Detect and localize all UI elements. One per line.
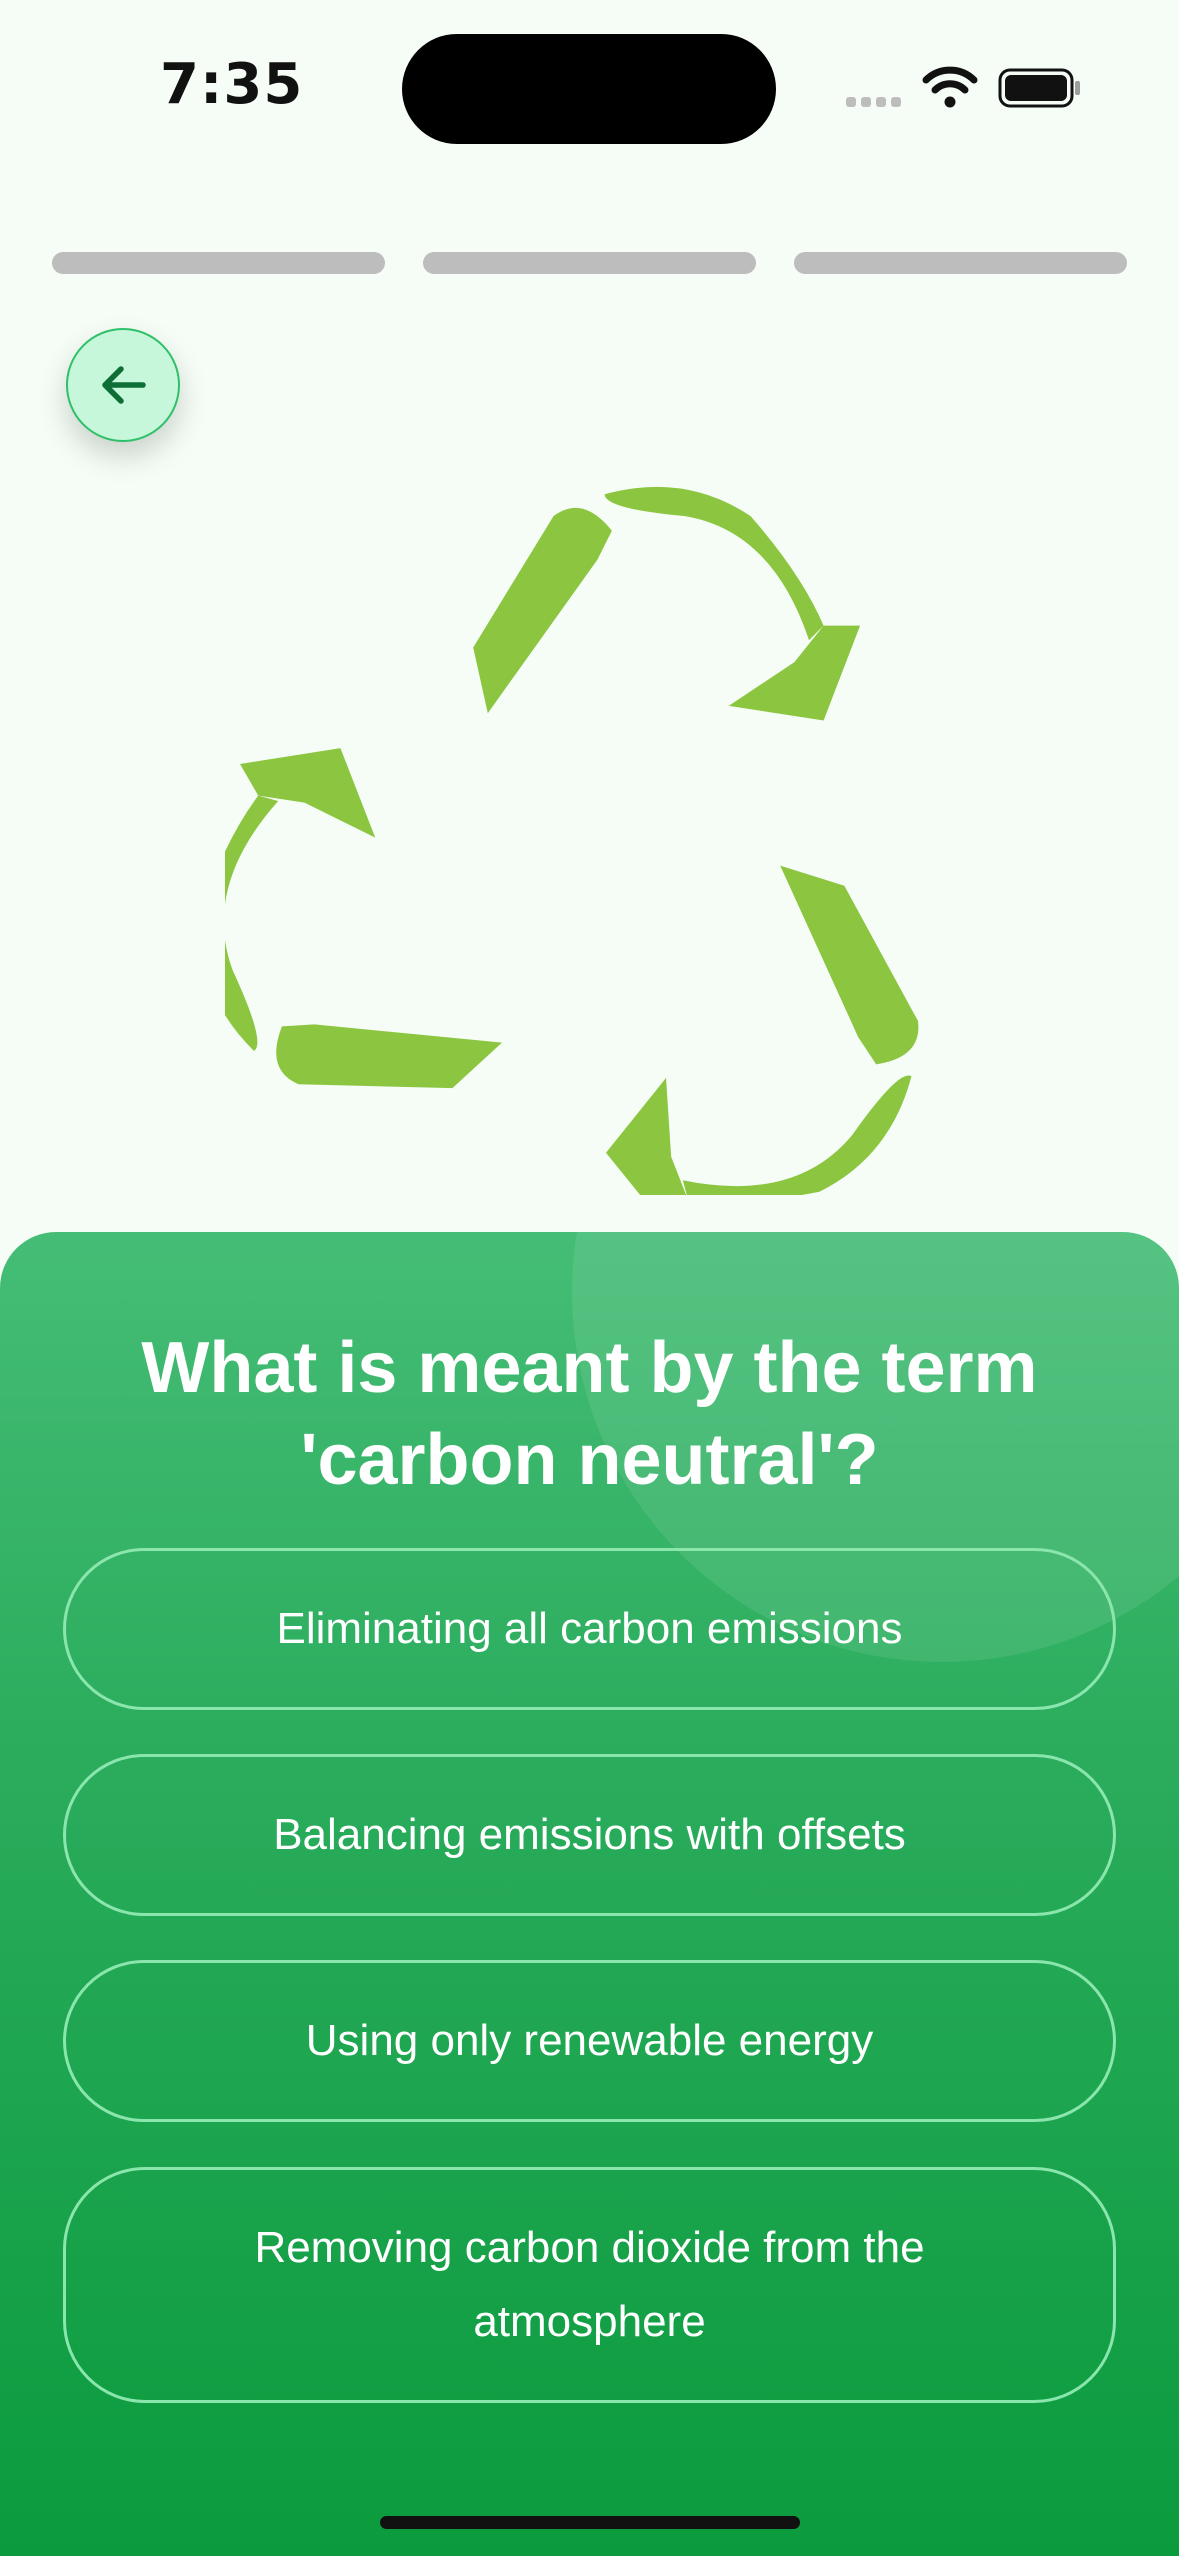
status-time: 7:35 xyxy=(160,52,304,117)
question-text: What is meant by the term 'carbon neutra… xyxy=(141,1328,1038,1500)
dynamic-island xyxy=(402,34,776,144)
recycle-icon xyxy=(225,486,955,1195)
answer-option[interactable]: Balancing emissions with offsets xyxy=(63,1754,1116,1916)
answer-option[interactable]: Eliminating all carbon emissions xyxy=(63,1548,1116,1710)
progress-segment xyxy=(52,252,385,274)
arrow-left-icon xyxy=(102,366,146,404)
answer-option[interactable]: Using only renewable energy xyxy=(63,1960,1116,2122)
back-button[interactable] xyxy=(66,328,180,442)
progress-segment xyxy=(794,252,1127,274)
quiz-progress-bar xyxy=(52,252,1127,274)
question-sheet: What is meant by the term 'carbon neutra… xyxy=(0,1232,1179,2556)
wifi-icon xyxy=(922,66,978,108)
answer-option[interactable]: Removing carbon dioxide from the atmosph… xyxy=(63,2167,1116,2403)
progress-segment xyxy=(423,252,756,274)
status-bar: 7:35 xyxy=(0,0,1179,180)
cellular-signal-icon xyxy=(846,94,906,112)
home-indicator[interactable] xyxy=(380,2516,800,2529)
battery-icon xyxy=(998,68,1080,108)
